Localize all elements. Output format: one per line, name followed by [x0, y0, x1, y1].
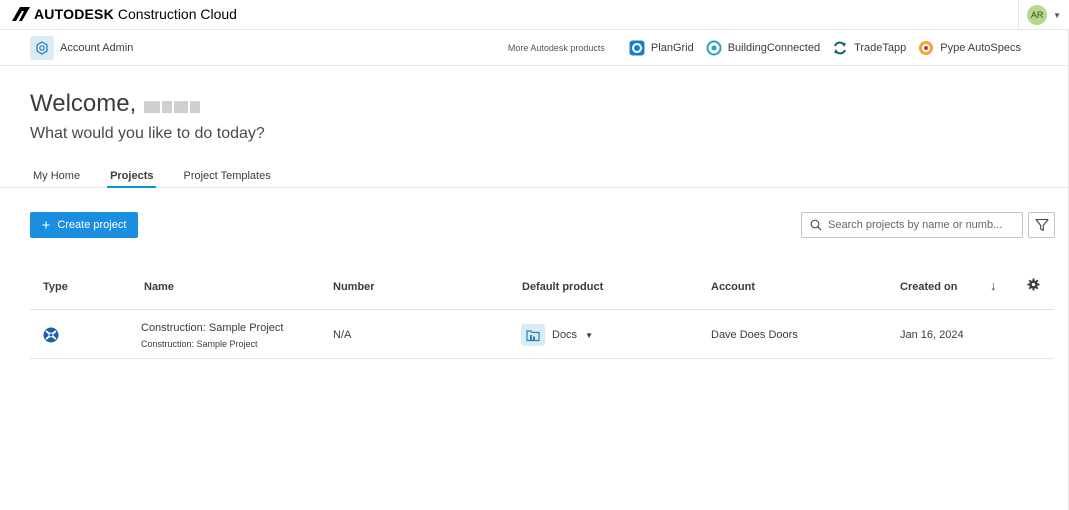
- user-menu[interactable]: AR ▼: [1018, 0, 1069, 30]
- product-bar: Account Admin More Autodesk products Pla…: [0, 30, 1069, 66]
- default-product-label: Docs: [552, 329, 578, 341]
- product-link-tradetapp[interactable]: TradeTapp: [832, 40, 906, 56]
- search-icon: [810, 219, 822, 231]
- product-label: Pype AutoSpecs: [940, 42, 1021, 54]
- tab-bar: My Home Projects Project Templates: [30, 166, 298, 188]
- redacted-user-name: [144, 101, 202, 113]
- product-link-pype[interactable]: Pype AutoSpecs: [918, 40, 1021, 56]
- column-header-name[interactable]: Name: [144, 281, 174, 293]
- product-link-plangrid[interactable]: PlanGrid: [629, 40, 694, 56]
- top-bar: AUTODESK Construction Cloud AR ▼: [0, 0, 1069, 30]
- project-number: N/A: [333, 329, 352, 341]
- welcome-subtitle: What would you like to do today?: [30, 125, 265, 142]
- more-products-label: More Autodesk products: [507, 43, 605, 53]
- column-header-created-on[interactable]: Created on: [900, 281, 957, 293]
- product-label: TradeTapp: [854, 42, 907, 54]
- plangrid-icon: [629, 40, 645, 56]
- column-header-type[interactable]: Type: [43, 281, 68, 293]
- plus-icon: +: [41, 216, 51, 234]
- brand-product: Construction Cloud: [117, 6, 237, 22]
- docs-icon: [521, 324, 545, 346]
- welcome-text: Welcome,: [30, 90, 137, 117]
- tab-projects[interactable]: Projects: [107, 166, 157, 188]
- buildingconnected-icon: [706, 40, 722, 56]
- project-name-link[interactable]: Construction: Sample Project: [141, 322, 283, 334]
- brand-name: AUTODESK: [34, 6, 114, 22]
- filter-button[interactable]: [1028, 212, 1055, 238]
- table-row[interactable]: Construction: Sample Project Constructio…: [30, 311, 1054, 359]
- column-header-default-product[interactable]: Default product: [522, 281, 603, 293]
- construction-project-type-icon: [43, 327, 59, 348]
- account-admin-link[interactable]: Account Admin: [30, 36, 133, 60]
- brand-logo-link[interactable]: AUTODESK Construction Cloud: [12, 5, 237, 23]
- tab-project-templates[interactable]: Project Templates: [180, 166, 273, 188]
- product-label: BuildingConnected: [727, 42, 821, 54]
- product-link-buildingconnected[interactable]: BuildingConnected: [706, 40, 820, 56]
- tradetapp-icon: [832, 40, 848, 56]
- autodesk-logo-icon: [12, 7, 30, 21]
- create-project-button[interactable]: + Create project: [30, 212, 138, 238]
- more-products: More Autodesk products PlanGrid Building…: [508, 30, 1021, 66]
- search-input[interactable]: [828, 219, 1008, 231]
- column-header-number[interactable]: Number: [333, 281, 375, 293]
- avatar[interactable]: AR: [1027, 5, 1048, 25]
- column-header-account[interactable]: Account: [711, 281, 755, 293]
- product-label: PlanGrid: [650, 42, 694, 54]
- divider: [1018, 0, 1020, 30]
- project-subname: Construction: Sample Project: [141, 339, 258, 349]
- chevron-down-icon[interactable]: ▼: [1053, 11, 1061, 20]
- gear-icon: [30, 36, 54, 60]
- project-account: Dave Does Doors: [711, 329, 798, 341]
- create-project-label: Create project: [57, 219, 127, 231]
- filter-icon: [1034, 218, 1049, 232]
- column-settings-gear-icon[interactable]: [1027, 278, 1040, 296]
- project-created-on: Jan 16, 2024: [900, 329, 964, 341]
- sort-descending-icon[interactable]: ↓: [990, 278, 997, 293]
- pype-icon: [918, 40, 934, 56]
- tab-my-home[interactable]: My Home: [30, 166, 83, 188]
- search-box[interactable]: [801, 212, 1023, 238]
- chevron-down-icon: ▼: [585, 330, 593, 340]
- account-admin-label: Account Admin: [60, 42, 134, 54]
- default-product-dropdown[interactable]: Docs ▼: [521, 324, 593, 346]
- table-header: Type Name Number Default product Account…: [30, 272, 1054, 310]
- welcome-heading: Welcome,: [30, 90, 202, 118]
